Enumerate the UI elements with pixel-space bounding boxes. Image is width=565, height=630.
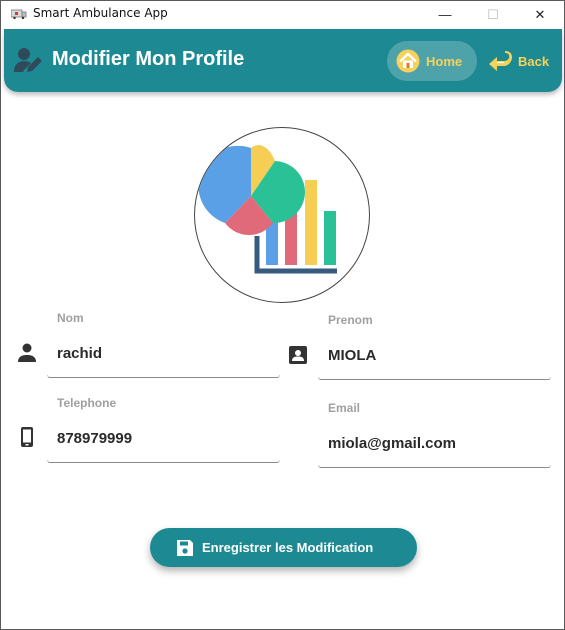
home-button[interactable]: Home (387, 41, 477, 81)
nom-field[interactable]: Nom rachid (47, 311, 280, 379)
maximize-icon: ☐ (487, 6, 499, 22)
back-label: Back (518, 53, 550, 69)
email-label: Email (328, 401, 361, 415)
back-button[interactable]: Back (485, 41, 557, 81)
user-edit-icon (14, 48, 42, 72)
minimize-icon: — (438, 7, 452, 22)
ambulance-icon (11, 9, 27, 19)
email-field[interactable]: Email miola@gmail.com (318, 401, 551, 469)
prenom-label: Prenom (328, 313, 373, 327)
save-button[interactable]: Enregistrer les Modification (150, 528, 417, 567)
page-title: Modifier Mon Profile (52, 48, 245, 70)
floppy-disk-icon (177, 539, 193, 556)
contact-card-icon (289, 346, 307, 364)
maximize-button[interactable]: ☐ (470, 1, 516, 28)
email-input[interactable]: miola@gmail.com (328, 435, 456, 452)
app-header: Modifier Mon Profile Home Back (4, 29, 562, 92)
prenom-input[interactable]: MIOLA (328, 347, 376, 364)
prenom-underline (318, 377, 551, 380)
profile-avatar[interactable] (194, 127, 370, 303)
telephone-field[interactable]: Telephone 878979999 (47, 396, 280, 464)
close-button[interactable]: ✕ (517, 1, 563, 28)
telephone-underline (47, 460, 280, 463)
nom-underline (47, 375, 280, 378)
save-label: Enregistrer les Modification (202, 540, 374, 555)
phone-icon (21, 427, 33, 447)
analytics-chart-icon (198, 145, 337, 274)
prenom-field[interactable]: Prenom MIOLA (318, 313, 551, 381)
nom-label: Nom (57, 311, 84, 325)
app-window: Smart Ambulance App — ☐ ✕ Modifier Mon P… (0, 0, 565, 630)
home-icon (396, 49, 420, 73)
person-icon (18, 343, 36, 362)
window-title: Smart Ambulance App (33, 6, 168, 20)
close-icon: ✕ (534, 6, 546, 22)
minimize-button[interactable]: — (422, 1, 468, 28)
nom-input[interactable]: rachid (57, 345, 102, 362)
home-label: Home (426, 53, 463, 69)
telephone-input[interactable]: 878979999 (57, 430, 132, 447)
back-arrow-icon (489, 51, 512, 71)
email-underline (318, 465, 551, 468)
title-bar[interactable]: Smart Ambulance App — ☐ ✕ (1, 1, 564, 28)
telephone-label: Telephone (57, 396, 117, 410)
